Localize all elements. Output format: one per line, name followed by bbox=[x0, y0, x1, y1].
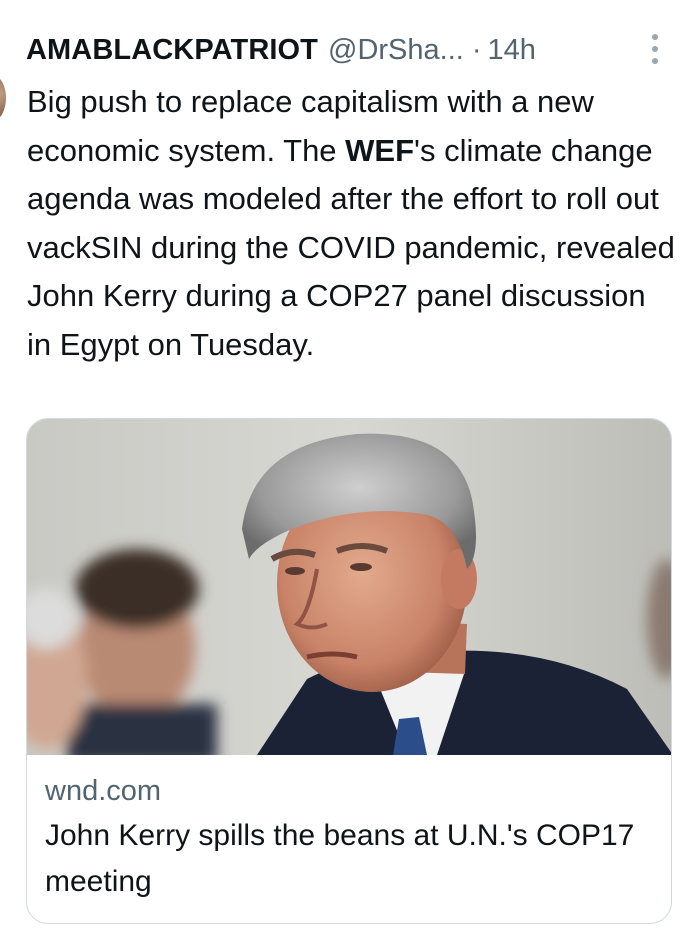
more-dot bbox=[652, 46, 658, 52]
card-image[interactable] bbox=[27, 419, 671, 755]
more-dot bbox=[652, 34, 658, 40]
card-photo bbox=[27, 419, 671, 755]
tweet[interactable]: AMABLACKPATRIOT @DrSha... · 14h Big push… bbox=[0, 0, 700, 941]
display-name[interactable]: AMABLACKPATRIOT bbox=[26, 30, 318, 70]
separator-dot: · bbox=[471, 34, 482, 66]
tweet-text: Big push to replace capitalism with a ne… bbox=[27, 78, 677, 369]
more-vertical-icon[interactable] bbox=[650, 34, 660, 64]
link-card[interactable]: wnd.com John Kerry spills the beans at U… bbox=[26, 418, 672, 924]
card-meta: wnd.com John Kerry spills the beans at U… bbox=[45, 771, 653, 905]
tweet-header: AMABLACKPATRIOT @DrSha... · 14h bbox=[26, 30, 680, 70]
more-dot bbox=[652, 58, 658, 64]
card-domain: wnd.com bbox=[45, 775, 162, 807]
avatar[interactable] bbox=[0, 76, 6, 120]
timestamp[interactable]: 14h bbox=[487, 30, 535, 70]
user-handle[interactable]: @DrSha... bbox=[328, 30, 464, 70]
tweet-text-bold: WEF bbox=[345, 132, 415, 168]
card-title[interactable]: John Kerry spills the beans at U.N.'s CO… bbox=[45, 813, 653, 905]
